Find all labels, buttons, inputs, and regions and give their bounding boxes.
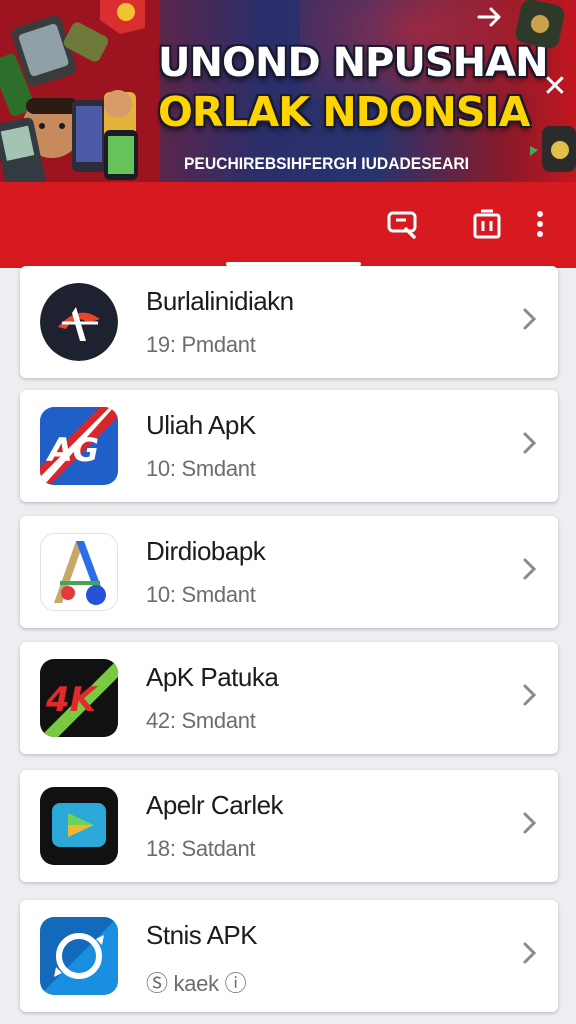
app-title: Dirdiobapk: [146, 536, 266, 566]
more-icon: [537, 211, 543, 237]
apk-patuka-logo-icon: 4K: [40, 659, 118, 737]
dirdiobapk-logo-icon: [40, 533, 118, 611]
app-subtitle: 18: Satdant: [146, 836, 256, 861]
app-subtitle: 19: Pmdant: [146, 332, 256, 357]
arrow-icon: [477, 7, 501, 27]
apelr-carlek-logo-icon: [40, 787, 118, 865]
chevron-right-icon: [523, 432, 537, 454]
app-subtitle: Ⓢ kaek ⓘ: [146, 971, 247, 996]
search-icon: [387, 211, 417, 239]
top-toolbar: [0, 182, 576, 268]
chevron-right-icon: [523, 558, 537, 580]
svg-text:AG: AG: [45, 431, 99, 469]
stnis-apk-logo-icon: [40, 917, 118, 995]
list-icon: [473, 209, 501, 239]
uliah-apk-logo-icon: AG: [40, 407, 118, 485]
list-button[interactable]: [467, 202, 507, 246]
chevron-right-icon: [523, 684, 537, 706]
banner-title-line2: ORLAK NDONSIA: [158, 88, 530, 136]
list-item[interactable]: 4K ApK Patuka 42: Smdant: [20, 642, 558, 754]
app-title: Apelr Carlek: [146, 790, 284, 820]
list-item[interactable]: AG Uliah ApK 10: Smdant: [20, 390, 558, 502]
banner-subtitle: PEUCHIREBSIHFERGH IUDADESEARI: [184, 154, 470, 173]
app-subtitle: 10: Smdant: [146, 582, 256, 607]
list-item[interactable]: Stnis APK Ⓢ kaek ⓘ: [20, 900, 558, 1012]
promo-banner[interactable]: UNOND NPUSHAN ORLAK NDONSIA PEUCHIREBSIH…: [0, 0, 576, 182]
list-item[interactable]: Burlalinidiakn 19: Pmdant: [20, 266, 558, 378]
list-item[interactable]: Apelr Carlek 18: Satdant: [20, 770, 558, 882]
app-title: ApK Patuka: [146, 662, 279, 692]
app-subtitle: 10: Smdant: [146, 456, 256, 481]
banner-title-line1: UNOND NPUSHAN: [158, 40, 549, 86]
chevron-right-icon: [523, 942, 537, 964]
app-subtitle: 42: Smdant: [146, 708, 256, 733]
chevron-right-icon: [523, 308, 537, 330]
more-options-button[interactable]: [520, 202, 560, 246]
close-banner-button[interactable]: ✕: [540, 72, 570, 102]
app-title: Uliah ApK: [146, 410, 256, 440]
devices-collage-image: [0, 0, 160, 182]
app-title: Stnis APK: [146, 920, 258, 950]
search-button[interactable]: [383, 202, 423, 246]
app-title: Burlalinidiakn: [146, 286, 294, 316]
svg-text:4K: 4K: [45, 680, 99, 720]
list-item[interactable]: Dirdiobapk 10: Smdant: [20, 516, 558, 628]
burlalinidiakn-logo-icon: [40, 283, 118, 361]
chevron-right-icon: [523, 812, 537, 834]
